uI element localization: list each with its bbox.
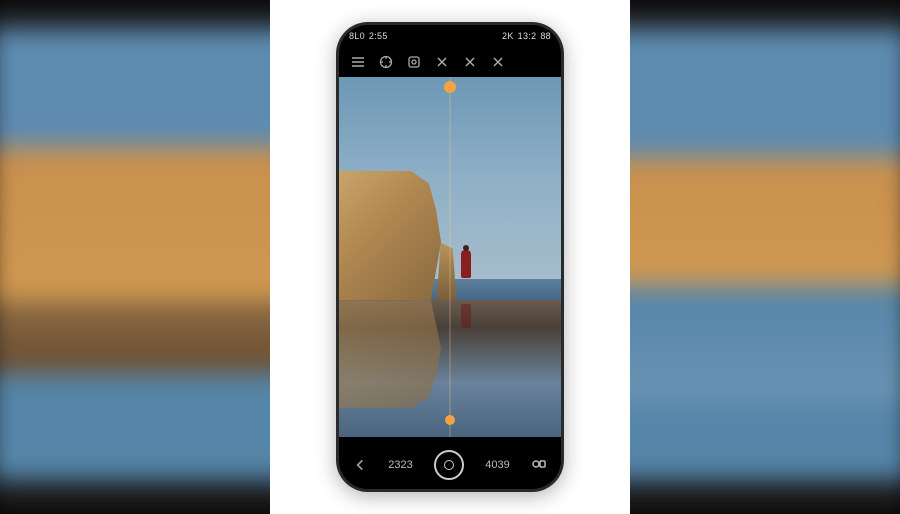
status-time: 2:55 bbox=[369, 31, 388, 41]
phone-frame: 8L0 2:55 1.2K 13:2 88 bbox=[336, 22, 564, 492]
status-value: 13:2 bbox=[518, 31, 537, 41]
top-toolbar bbox=[339, 47, 561, 77]
phone-screen: 8L0 2:55 1.2K 13:2 88 bbox=[339, 25, 561, 489]
bottom-toolbar: 2323 4039 bbox=[339, 441, 561, 489]
guide-handle-bottom[interactable] bbox=[445, 415, 455, 425]
device-card: 8L0 2:55 1.2K 13:2 88 bbox=[270, 0, 630, 514]
chevron-left-icon[interactable] bbox=[353, 458, 367, 472]
phone-notch bbox=[397, 25, 503, 45]
close-icon[interactable] bbox=[461, 53, 479, 71]
frame-icon[interactable] bbox=[405, 53, 423, 71]
alignment-guide bbox=[450, 77, 451, 437]
background-blur-left bbox=[0, 0, 300, 514]
menu-icon[interactable] bbox=[349, 53, 367, 71]
close-icon[interactable] bbox=[433, 53, 451, 71]
status-battery: 88 bbox=[540, 31, 551, 41]
mode-toggle-icon[interactable] bbox=[531, 458, 547, 473]
readout-right: 4039 bbox=[485, 459, 509, 471]
close-icon[interactable] bbox=[489, 53, 507, 71]
orientation-icon[interactable] bbox=[377, 53, 395, 71]
guide-handle-top[interactable] bbox=[444, 81, 456, 93]
shutter-button[interactable] bbox=[434, 450, 464, 480]
readout-left: 2323 bbox=[388, 459, 412, 471]
background-blur-right bbox=[600, 0, 900, 514]
status-indicator: 8L0 bbox=[349, 31, 365, 41]
camera-viewport[interactable] bbox=[339, 77, 561, 437]
